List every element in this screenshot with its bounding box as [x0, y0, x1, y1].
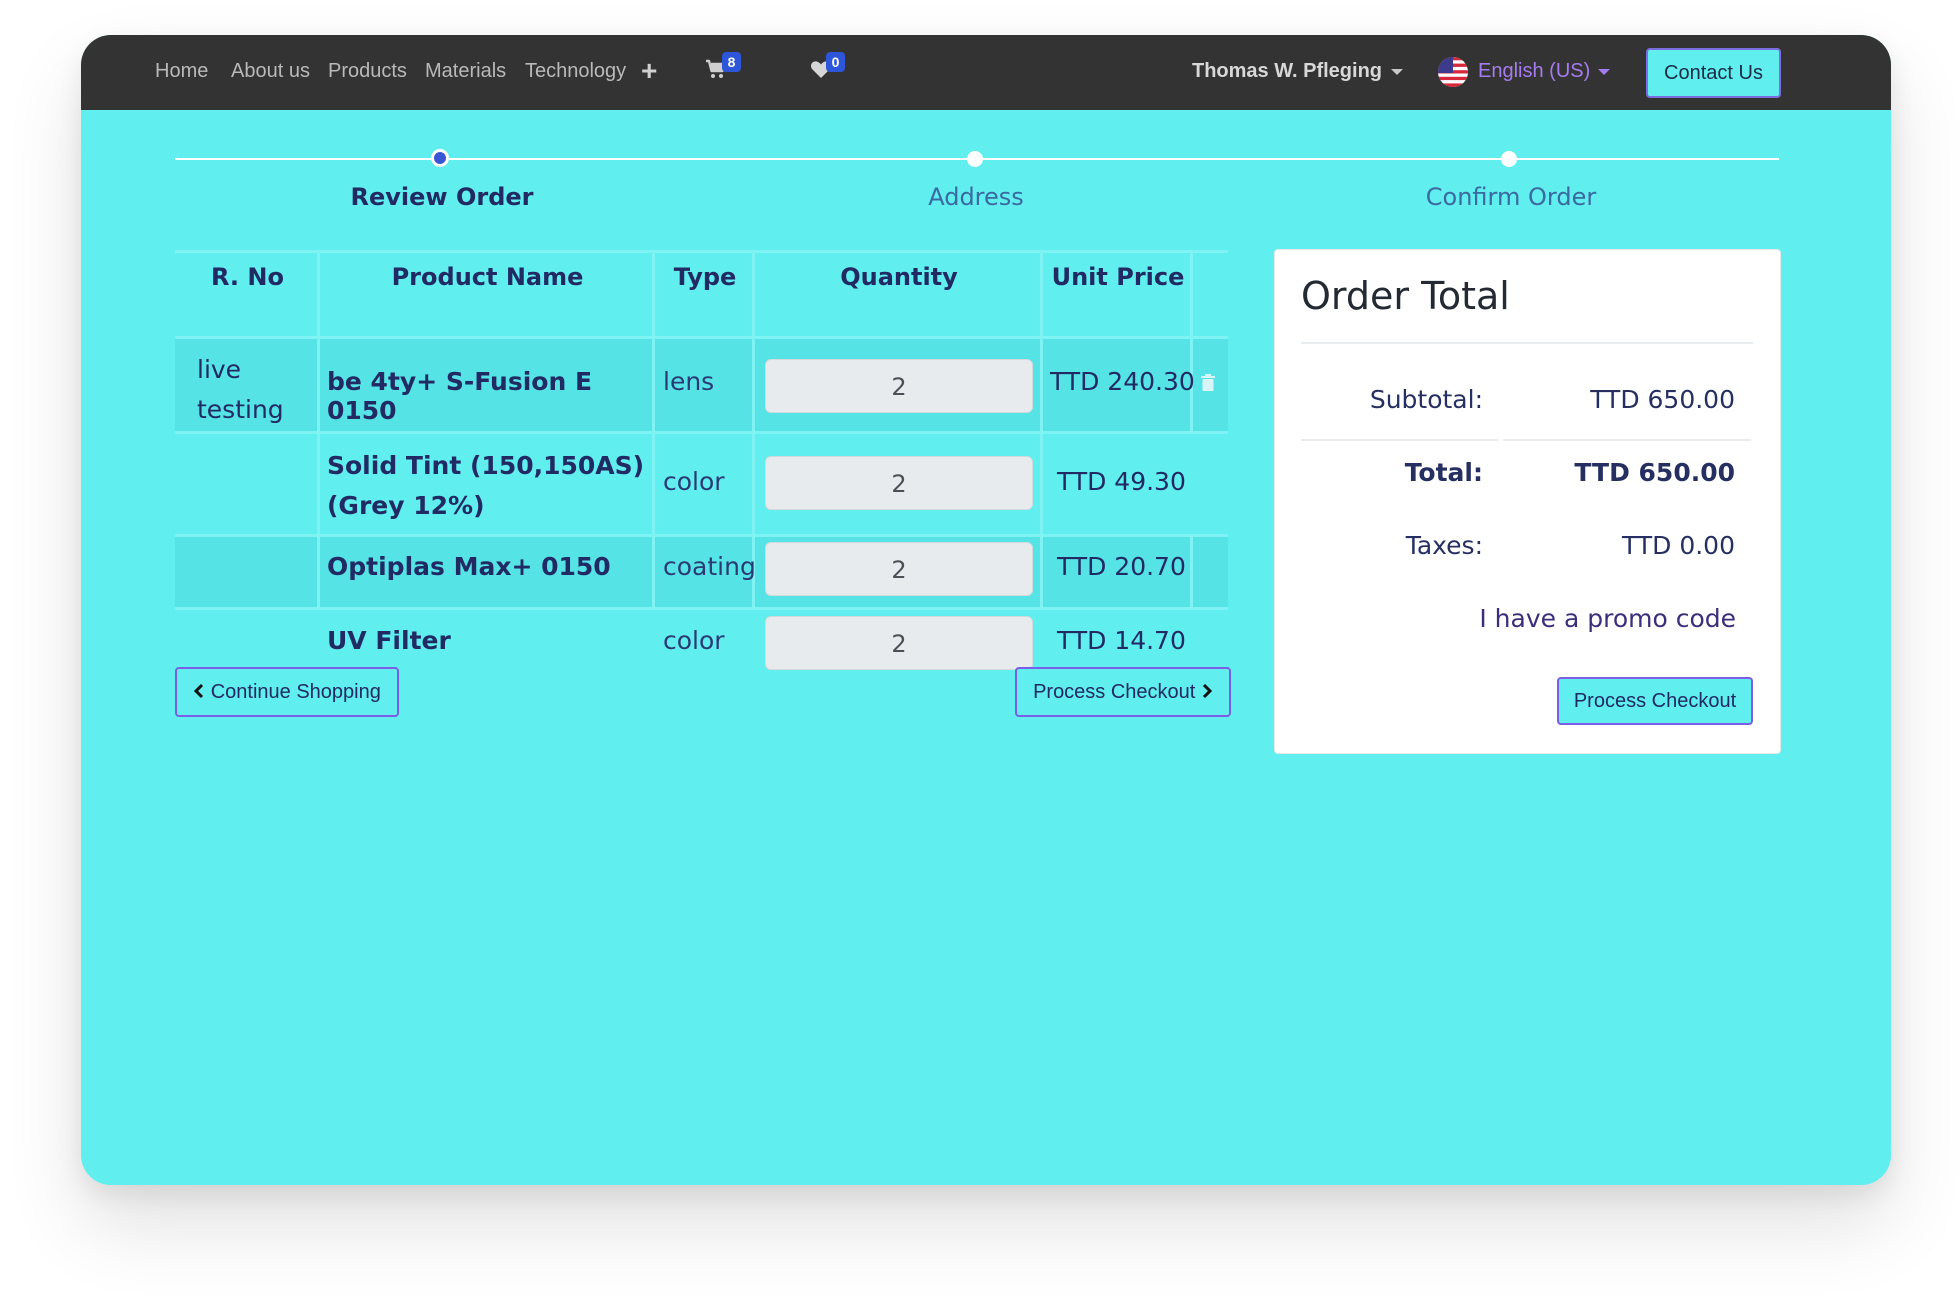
- user-menu[interactable]: Thomas W. Pfleging: [1192, 35, 1382, 110]
- continue-shopping-button[interactable]: Continue Shopping: [175, 667, 399, 717]
- cart-count-badge: 8: [722, 52, 741, 72]
- subtotal-value: TTD 650.00: [1590, 385, 1735, 414]
- nav-link-products[interactable]: Products: [328, 35, 407, 110]
- nav-link-materials[interactable]: Materials: [425, 35, 506, 110]
- chevron-left-icon: [194, 683, 204, 699]
- unit-price: TTD 20.70: [1057, 552, 1186, 581]
- order-summary-card: Order Total Subtotal: TTD 650.00 Total: …: [1274, 249, 1781, 754]
- nav-link-home[interactable]: Home: [155, 35, 208, 110]
- column-header-quantity: Quantity: [840, 263, 958, 291]
- language-chevron-icon[interactable]: [1598, 69, 1610, 75]
- nav-link-about[interactable]: About us: [231, 35, 310, 110]
- taxes-value: TTD 0.00: [1622, 531, 1735, 560]
- column-header-unit-price: Unit Price: [1051, 263, 1185, 291]
- total-value: TTD 650.00: [1574, 458, 1735, 487]
- process-checkout-button[interactable]: Process Checkout: [1015, 667, 1231, 717]
- us-flag-icon: [1438, 57, 1468, 87]
- unit-price: TTD 14.70: [1057, 626, 1186, 655]
- product-type: lens: [663, 367, 715, 396]
- plus-icon[interactable]: +: [641, 35, 657, 110]
- column-header-product-name: Product Name: [391, 263, 584, 291]
- step-dot-address: [967, 151, 983, 167]
- process-checkout-label: Process Checkout: [1033, 681, 1196, 703]
- step-review-order[interactable]: Review Order: [351, 183, 534, 211]
- product-name: Solid Tint (150,150AS) (Grey 12%): [327, 451, 645, 520]
- product-type: color: [663, 467, 725, 496]
- wishlist-count-badge: 0: [826, 52, 845, 72]
- contact-us-button[interactable]: Contact Us: [1646, 48, 1781, 98]
- quantity-input[interactable]: 2: [765, 359, 1033, 413]
- total-label: Total:: [1404, 458, 1483, 487]
- product-type: coating: [663, 552, 756, 581]
- column-header-type: Type: [673, 263, 737, 291]
- unit-price: TTD 240.30: [1050, 367, 1195, 396]
- top-navbar: Home About us Products Materials Technol…: [81, 35, 1891, 110]
- product-name: UV Filter: [327, 626, 451, 655]
- subtotal-label: Subtotal:: [1369, 385, 1483, 414]
- quantity-input[interactable]: 2: [765, 616, 1033, 670]
- language-selector[interactable]: English (US): [1478, 35, 1590, 110]
- browser-window: Home About us Products Materials Technol…: [81, 35, 1891, 1185]
- continue-shopping-label: Continue Shopping: [210, 681, 381, 703]
- taxes-label: Taxes:: [1405, 531, 1483, 560]
- product-name: Optiplas Max+ 0150: [327, 552, 611, 581]
- trash-icon[interactable]: [1200, 374, 1216, 397]
- chevron-right-icon: [1202, 683, 1213, 699]
- order-total-title: Order Total: [1301, 274, 1510, 318]
- step-address[interactable]: Address: [928, 183, 1024, 211]
- quantity-input[interactable]: 2: [765, 456, 1033, 510]
- summary-process-checkout-button[interactable]: Process Checkout: [1557, 677, 1753, 725]
- product-type: color: [663, 626, 725, 655]
- row-rno: live testing: [197, 355, 284, 424]
- step-dot-review: [431, 149, 449, 167]
- step-confirm-order[interactable]: Confirm Order: [1426, 183, 1596, 211]
- nav-link-technology[interactable]: Technology: [525, 35, 626, 110]
- product-name: be 4ty+ S-Fusion E 0150: [327, 367, 593, 425]
- column-header-rno: R. No: [211, 263, 284, 291]
- promo-code-link[interactable]: I have a promo code: [1479, 604, 1736, 633]
- quantity-input[interactable]: 2: [765, 542, 1033, 596]
- step-dot-confirm: [1501, 151, 1517, 167]
- unit-price: TTD 49.30: [1057, 467, 1186, 496]
- chevron-down-icon[interactable]: [1391, 69, 1403, 75]
